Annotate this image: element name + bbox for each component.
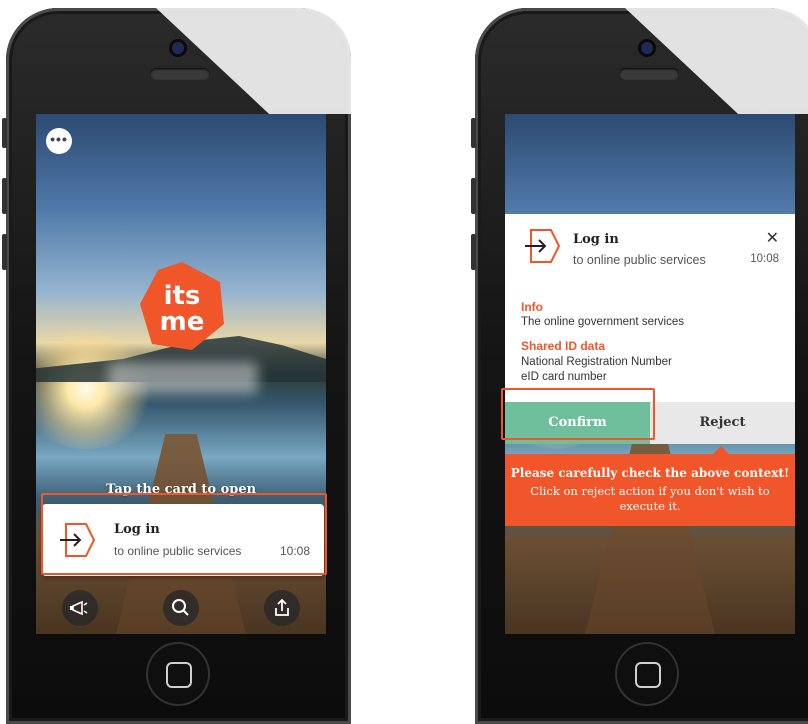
dialog-title: Log in [573, 232, 619, 247]
shared-data-item: National Registration Number [521, 356, 672, 368]
app-screen-confirm: Log in to online public services ✕ 10:08… [505, 114, 795, 634]
info-heading: Info [521, 300, 543, 314]
confirm-highlight-box [501, 388, 655, 440]
home-button[interactable] [615, 642, 679, 706]
warning-title: Please carefully check the above context… [510, 466, 790, 480]
dialog-subtitle: to online public services [573, 253, 706, 267]
svg-text:me: me [160, 307, 205, 337]
search-icon[interactable] [163, 590, 199, 626]
volume-up-button [2, 178, 7, 214]
reject-button[interactable]: Reject [650, 402, 795, 444]
phone-right: Log in to online public services ✕ 10:08… [471, 8, 808, 724]
megaphone-icon[interactable] [62, 590, 98, 626]
info-text: The online government services [521, 316, 684, 328]
front-camera [641, 42, 653, 54]
share-icon[interactable] [264, 590, 300, 626]
glass-reflection [625, 8, 808, 114]
mute-switch [471, 118, 476, 148]
dialog-time: 10:08 [750, 253, 779, 265]
earpiece-speaker [150, 68, 210, 80]
front-camera [172, 42, 184, 54]
volume-up-button [471, 178, 476, 214]
card-highlight-box [41, 493, 327, 575]
glass-reflection [156, 8, 351, 114]
blurred-user-name [108, 362, 258, 394]
phone-left: ••• its me Tap the card to open Log in t… [2, 8, 351, 724]
shared-data-item: eID card number [521, 371, 607, 383]
more-menu-button[interactable]: ••• [46, 128, 72, 154]
login-arrow-icon [525, 229, 561, 263]
shared-data-heading: Shared ID data [521, 339, 606, 353]
warning-banner: Please carefully check the above context… [505, 446, 795, 526]
earpiece-speaker [619, 68, 679, 80]
close-icon[interactable]: ✕ [766, 228, 779, 248]
mute-switch [2, 118, 7, 148]
home-button[interactable] [146, 642, 210, 706]
bottom-action-bar [36, 590, 326, 634]
volume-down-button [471, 234, 476, 270]
warning-pointer [713, 446, 729, 454]
itsme-logo: its me [140, 262, 224, 350]
volume-down-button [2, 234, 7, 270]
warning-text: Click on reject action if you don't wish… [530, 484, 770, 513]
